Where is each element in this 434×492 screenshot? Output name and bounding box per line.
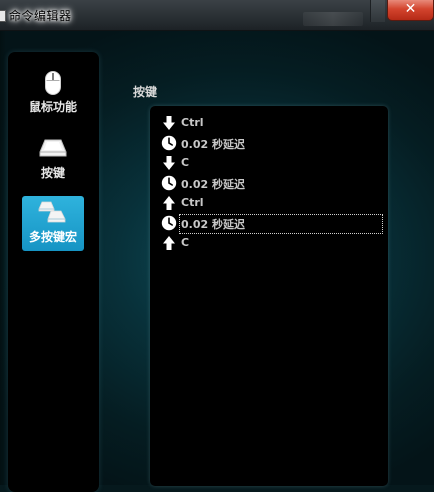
minimize-button[interactable] xyxy=(370,0,385,22)
multi-key-icon xyxy=(38,201,68,227)
sidebar-item-label: 鼠标功能 xyxy=(28,100,77,114)
arrow-down-icon xyxy=(161,115,177,131)
macro-step-label: C xyxy=(181,236,190,249)
clock-icon xyxy=(161,175,177,191)
clock-icon xyxy=(161,135,177,151)
close-button[interactable]: ✕ xyxy=(387,0,434,21)
arrow-up-icon xyxy=(161,195,177,211)
section-heading: 按键 xyxy=(133,85,158,99)
window-title-bar: 命令编辑器 ✕ xyxy=(0,0,434,31)
macro-step-label: 0.02 秒延迟 xyxy=(179,214,383,234)
macro-step-label: Ctrl xyxy=(181,116,204,129)
title-bar-highlight xyxy=(303,12,363,26)
macro-step-label: C xyxy=(181,156,190,169)
clock-icon xyxy=(161,215,177,231)
mouse-icon xyxy=(44,70,62,100)
macro-step-label: 0.02 秒延迟 xyxy=(181,138,245,151)
app-icon xyxy=(0,10,6,22)
window-title: 命令编辑器 xyxy=(9,9,72,23)
sidebar-item-mouse-function[interactable]: 鼠标功能 xyxy=(22,66,84,121)
sidebar-item-multi-key-macro[interactable]: 多按键宏 xyxy=(22,196,84,251)
left-edge-shadow xyxy=(0,31,6,485)
macro-steps-list[interactable]: Ctrl 0.02 秒延迟 C 0.02 秒延迟 Ctrl 0.02 秒延迟 C xyxy=(150,106,388,486)
sidebar-item-label: 多按键宏 xyxy=(28,230,77,244)
macro-step-label: 0.02 秒延迟 xyxy=(181,178,245,191)
sidebar-item-label: 按键 xyxy=(40,166,65,180)
macro-step-label: Ctrl xyxy=(181,196,204,209)
key-icon xyxy=(39,138,67,162)
editor-content: 鼠标功能 按键 多按键宏 按键 Ctrl 0.02 秒延迟 C 0.02 秒延迟… xyxy=(0,31,434,492)
arrow-up-icon xyxy=(161,235,177,251)
sidebar-item-key[interactable]: 按键 xyxy=(22,132,84,187)
arrow-down-icon xyxy=(161,155,177,171)
command-type-sidebar: 鼠标功能 按键 多按键宏 xyxy=(8,52,99,492)
